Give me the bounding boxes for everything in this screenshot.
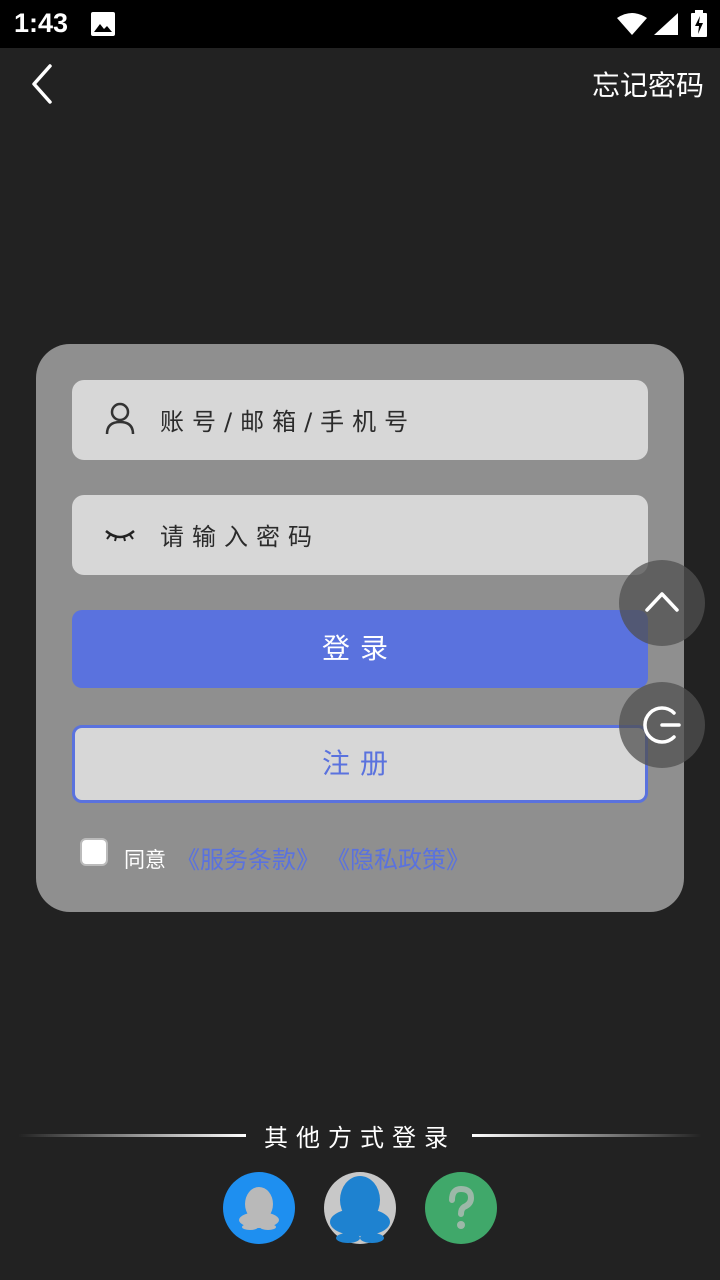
exit-icon [643, 706, 681, 744]
eye-closed-icon [105, 530, 135, 542]
chevron-up-icon [645, 592, 679, 612]
agree-checkbox[interactable] [80, 838, 108, 866]
qq-icon [239, 1187, 279, 1230]
other-login-title: 其他方式登录 [264, 1124, 456, 1152]
signal-icon [654, 13, 678, 35]
password-input[interactable]: 请输入密码 [72, 495, 648, 575]
help-icon [449, 1185, 475, 1229]
status-bar: 1:43 [0, 0, 720, 48]
wifi-icon [617, 13, 647, 35]
agree-label: 同意 [124, 848, 166, 872]
account-input[interactable]: 账号/邮箱/手机号 [72, 380, 648, 460]
register-button[interactable]: 注册 [72, 725, 648, 803]
image-notification-icon [91, 12, 115, 36]
qq-alt-login-button[interactable] [324, 1172, 396, 1244]
help-login-button[interactable] [425, 1172, 497, 1244]
privacy-policy-link[interactable]: 《隐私政策》 [326, 840, 470, 875]
terms-of-service-link[interactable]: 《服务条款》 [176, 840, 320, 875]
account-placeholder: 账号/邮箱/手机号 [160, 408, 417, 436]
exit-button[interactable] [619, 682, 705, 768]
forgot-password-link[interactable]: 忘记密码 [592, 64, 704, 104]
login-card: 账号/邮箱/手机号 请输入密码 登录 注册 同意 《服务条款》 《隐私政策》 [36, 344, 684, 912]
qq-large-icon [330, 1176, 390, 1243]
login-button[interactable]: 登录 [72, 610, 648, 688]
password-placeholder: 请输入密码 [160, 523, 320, 551]
status-time: 1:43 [14, 8, 69, 38]
scroll-up-button[interactable] [619, 560, 705, 646]
battery-charging-icon [691, 10, 707, 37]
qq-login-button[interactable] [223, 1172, 295, 1244]
back-arrow-icon[interactable] [26, 62, 62, 106]
user-icon [105, 402, 135, 435]
